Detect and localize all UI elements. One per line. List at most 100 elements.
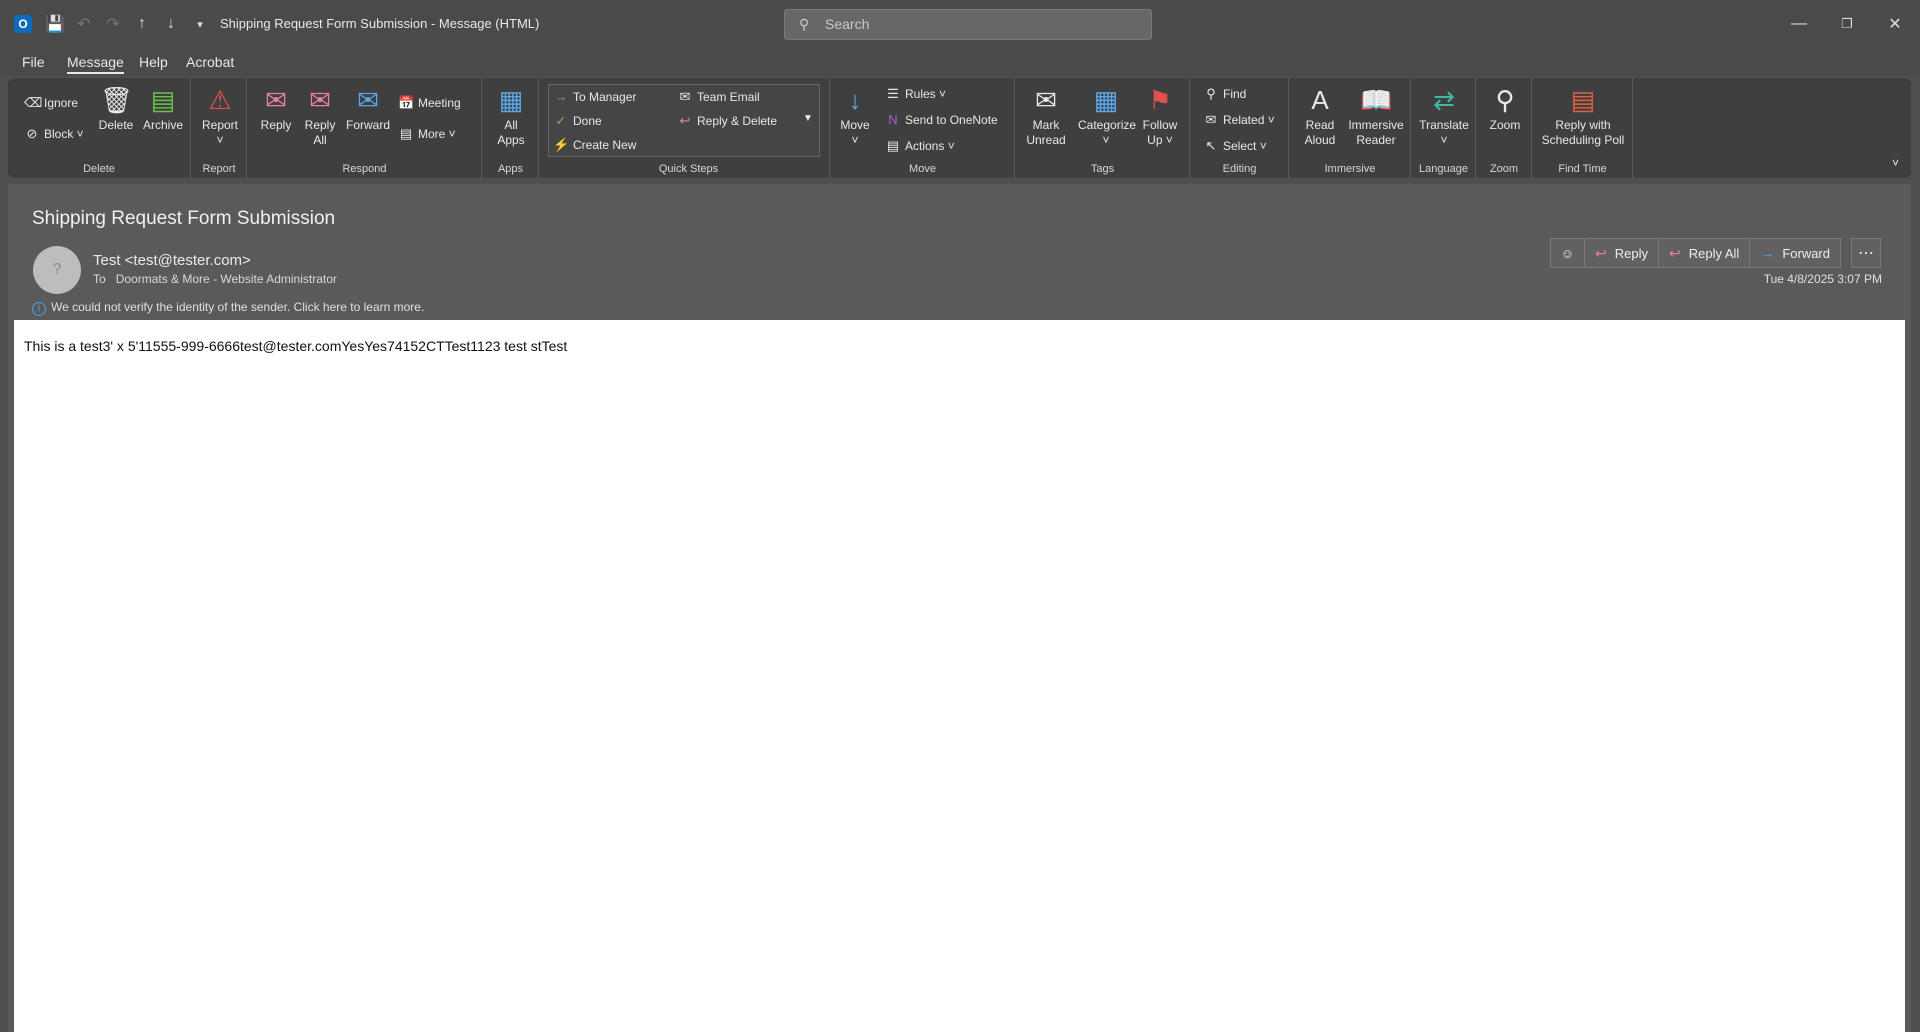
quicksteps-group: → To Manager ✉ Team Email ✓ Done ↩ Reply & D… bbox=[548, 78, 830, 178]
archive-icon: ▤ bbox=[150, 85, 176, 115]
report-label: Report bbox=[201, 118, 239, 132]
report-button[interactable]: ⚠ Report ˅ bbox=[198, 84, 242, 148]
reply-scheduling-poll-button[interactable]: ▤ Reply with Scheduling Poll bbox=[1537, 84, 1629, 148]
done-button[interactable]: ✓ Done bbox=[553, 113, 602, 129]
scheduling-poll-icon: ▤ bbox=[1570, 85, 1596, 115]
related-icon: ✉ bbox=[1205, 112, 1217, 127]
window-title: Shipping Request Form Submission - Messa… bbox=[220, 16, 540, 31]
reading-pane: Shipping Request Form Submission ? Test … bbox=[8, 184, 1911, 1032]
editing-group: ⚲ Find ✉ Related ˅ ↖ Select ˅ Editing bbox=[1191, 78, 1289, 178]
team-email-button[interactable]: ✉ Team Email bbox=[677, 89, 760, 105]
menu-file[interactable]: File bbox=[22, 54, 45, 70]
zoom-icon: ⚲ bbox=[1495, 85, 1515, 115]
report-group: ⚠ Report ˅ Report bbox=[192, 78, 247, 178]
forward-button[interactable]: ✉ Forward bbox=[344, 84, 392, 133]
next-item-icon[interactable]: ↓ bbox=[160, 13, 182, 35]
restore-button[interactable]: ❐ bbox=[1824, 10, 1870, 38]
emoji-button[interactable]: ☺ bbox=[1549, 238, 1586, 268]
more-respond-button[interactable]: ▤ More ˅ bbox=[398, 126, 456, 142]
reply-all-icon: ✉ bbox=[309, 85, 331, 115]
more-actions-button[interactable]: ⋯ bbox=[1851, 238, 1881, 268]
collapse-ribbon-icon[interactable]: ˅ bbox=[1892, 156, 1899, 170]
previous-item-icon[interactable]: ↑ bbox=[131, 13, 153, 35]
block-icon: ⊘ bbox=[26, 126, 38, 141]
reply-poll-label-1: Reply with bbox=[1555, 118, 1611, 132]
select-button[interactable]: ↖ Select ˅ bbox=[1203, 138, 1267, 154]
sender-warning[interactable]: i We could not verify the identity of the… bbox=[32, 300, 424, 316]
recipients: To Doormats & More - Website Administrat… bbox=[93, 272, 337, 286]
outlook-app-icon: O bbox=[14, 15, 32, 33]
quicksteps-gallery: → To Manager ✉ Team Email ✓ Done ↩ Reply & D… bbox=[548, 84, 820, 157]
search-input[interactable]: ⚲ Search bbox=[784, 9, 1152, 40]
translate-button[interactable]: ⇄ Translate ˅ bbox=[1416, 84, 1472, 148]
reply-label: Reply bbox=[260, 118, 292, 132]
follow-up-button[interactable]: ⚑ Follow Up ˅ bbox=[1140, 84, 1180, 148]
select-label: Select bbox=[1223, 139, 1257, 153]
mark-unread-icon: ✉ bbox=[1035, 85, 1057, 115]
to-manager-button[interactable]: → To Manager bbox=[553, 89, 637, 104]
close-button[interactable]: ✕ bbox=[1872, 10, 1918, 38]
findtime-group: ▤ Reply with Scheduling Poll Find Time bbox=[1533, 78, 1633, 178]
redo-icon[interactable]: ↷ bbox=[102, 13, 124, 35]
find-label: Find bbox=[1223, 87, 1247, 101]
delete-button[interactable]: 🗑 Delete bbox=[96, 84, 136, 133]
move-label: Move bbox=[840, 118, 870, 132]
actions-label: Actions bbox=[905, 139, 945, 153]
delete-group: ⌫ Ignore ⊘ Block ˅ 🗑 Delete ▤ Archive Delete bbox=[8, 78, 191, 178]
forward-label: Forward bbox=[345, 118, 390, 132]
zoom-group: ⚲ Zoom Zoom bbox=[1477, 78, 1532, 178]
done-label: Done bbox=[573, 114, 602, 128]
to-value[interactable]: Doormats & More - Website Administrator bbox=[116, 272, 337, 286]
search-placeholder: Search bbox=[825, 16, 870, 32]
archive-button[interactable]: ▤ Archive bbox=[140, 84, 186, 133]
avatar[interactable]: ? bbox=[33, 246, 81, 294]
mark-unread-button[interactable]: ✉ Mark Unread bbox=[1024, 84, 1068, 148]
categorize-button[interactable]: ▦ Categorize ˅ bbox=[1078, 84, 1136, 148]
search-icon: ⚲ bbox=[799, 16, 810, 32]
reply-arrow-icon: ↩ bbox=[1595, 244, 1607, 261]
customize-toolbar-icon[interactable]: ▾ bbox=[189, 13, 211, 35]
meeting-label: Meeting bbox=[418, 96, 461, 110]
forward-action-button[interactable]: → Forward bbox=[1749, 238, 1841, 268]
reply-all-button[interactable]: ✉ Reply All bbox=[300, 84, 340, 148]
all-apps-button[interactable]: ▦ All Apps bbox=[489, 84, 533, 148]
meeting-button[interactable]: 📅 Meeting bbox=[398, 95, 461, 111]
related-button[interactable]: ✉ Related ˅ bbox=[1203, 112, 1275, 128]
send-onenote-button[interactable]: N Send to OneNote bbox=[885, 112, 997, 127]
sender[interactable]: Test <test@tester.com> bbox=[93, 252, 251, 269]
respond-group: ✉ Reply ✉ Reply All ✉ Forward 📅 Meeting ▤ More… bbox=[248, 78, 482, 178]
minimize-button[interactable]: — bbox=[1776, 10, 1822, 38]
block-button[interactable]: ⊘ Block ˅ bbox=[24, 126, 84, 142]
menu-help[interactable]: Help bbox=[139, 54, 168, 70]
move-button[interactable]: ↓ Move ˅ bbox=[835, 84, 875, 148]
lightning-icon: ⚡ bbox=[553, 137, 570, 152]
reply-action-button[interactable]: ↩ Reply bbox=[1584, 238, 1659, 268]
reply-button[interactable]: ✉ Reply bbox=[256, 84, 296, 133]
quicksteps-expand-icon[interactable]: ▼ bbox=[803, 113, 813, 124]
undo-icon[interactable]: ↶ bbox=[73, 13, 95, 35]
rules-icon: ☰ bbox=[887, 86, 899, 101]
actions-button[interactable]: ▤ Actions ˅ bbox=[885, 138, 955, 154]
more-label: More bbox=[418, 127, 446, 141]
reply-all-action-button[interactable]: ↩ Reply All bbox=[1658, 238, 1751, 268]
apps-group-label: Apps bbox=[497, 163, 524, 175]
archive-label: Archive bbox=[142, 118, 183, 132]
reply-all-arrow-icon: ↩ bbox=[1669, 244, 1681, 261]
find-button[interactable]: ⚲ Find bbox=[1203, 86, 1246, 102]
reply-delete-button[interactable]: ↩ Reply & Delete bbox=[677, 113, 778, 129]
create-new-button[interactable]: ⚡ Create New bbox=[553, 137, 636, 153]
check-icon: ✓ bbox=[555, 113, 567, 128]
rules-button[interactable]: ☰ Rules ˅ bbox=[885, 86, 946, 102]
save-icon[interactable]: 💾 bbox=[44, 13, 66, 35]
trash-icon: 🗑 bbox=[100, 85, 134, 115]
ignore-button[interactable]: ⌫ Ignore bbox=[24, 95, 78, 111]
menu-message[interactable]: Message bbox=[67, 54, 124, 74]
menu-acrobat[interactable]: Acrobat bbox=[186, 54, 234, 70]
immersive-reader-button[interactable]: 📖 Immersive Reader bbox=[1346, 84, 1406, 148]
shield-alert-icon: ⚠ bbox=[208, 85, 232, 115]
to-label: To bbox=[93, 272, 106, 286]
read-aloud-button[interactable]: A Read Aloud bbox=[1298, 84, 1342, 148]
zoom-button[interactable]: ⚲ Zoom bbox=[1483, 84, 1527, 133]
apps-grid-icon: ▦ bbox=[498, 85, 524, 115]
translate-label: Translate bbox=[1419, 118, 1469, 132]
